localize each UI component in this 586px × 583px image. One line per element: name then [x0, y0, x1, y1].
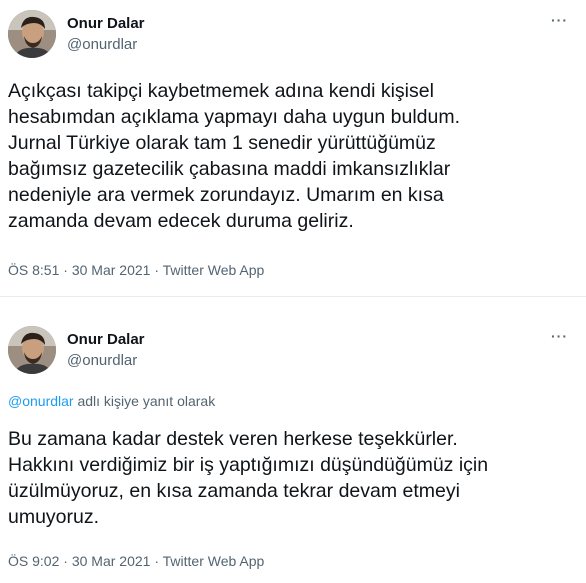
- avatar[interactable]: [8, 10, 56, 58]
- tweet-text-line: Açıkçası takipçi kaybetmemek adına kendi…: [8, 80, 434, 102]
- avatar[interactable]: [8, 326, 56, 374]
- tweet-time[interactable]: ÖS 8:51: [8, 262, 59, 278]
- tweet-text-line: üzülmüyoruz, en kısa zamanda tekrar deva…: [8, 480, 460, 502]
- tweet-text-line: Bu zamana kadar destek veren herkese teş…: [8, 428, 458, 450]
- reply-suffix: adlı kişiye yanıt olarak: [77, 393, 216, 409]
- more-horizontal-icon[interactable]: ···: [551, 328, 568, 344]
- tweet-text-line: Jurnal Türkiye olarak tam 1 senedir yürü…: [8, 132, 436, 154]
- tweet: Onur Dalar @onurdlar ··· @onurdlar adlı …: [0, 322, 586, 583]
- more-horizontal-icon[interactable]: ···: [551, 12, 568, 28]
- divider: [0, 296, 586, 297]
- tweet-date[interactable]: 30 Mar 2021: [72, 553, 151, 569]
- tweet-text: Bu zamana kadar destek veren herkese teş…: [8, 426, 578, 530]
- meta-separator: ·: [63, 262, 68, 278]
- tweet-time[interactable]: ÖS 9:02: [8, 553, 59, 569]
- author-handle[interactable]: @onurdlar: [67, 36, 137, 53]
- meta-separator: ·: [154, 262, 159, 278]
- reply-mention-link[interactable]: @onurdlar: [8, 393, 74, 409]
- tweet-meta: ÖS 9:02 · 30 Mar 2021 · Twitter Web App: [8, 553, 264, 569]
- tweet-text-line: bağımsız gazetecilik çabasına maddi imka…: [8, 158, 451, 180]
- tweet-source[interactable]: Twitter Web App: [163, 262, 265, 278]
- tweet-date[interactable]: 30 Mar 2021: [72, 262, 151, 278]
- tweet: Onur Dalar @onurdlar ··· Açıkçası takipç…: [0, 0, 586, 296]
- author-name[interactable]: Onur Dalar: [67, 331, 145, 348]
- tweet-text: Açıkçası takipçi kaybetmemek adına kendi…: [8, 78, 578, 234]
- author-handle[interactable]: @onurdlar: [67, 352, 137, 369]
- tweet-meta: ÖS 8:51 · 30 Mar 2021 · Twitter Web App: [8, 262, 264, 278]
- tweet-text-line: nedeniyle ara vermek zorundayız. Umarım …: [8, 184, 444, 206]
- tweet-source[interactable]: Twitter Web App: [163, 553, 265, 569]
- tweet-text-line: umuyoruz.: [8, 506, 100, 528]
- author-name[interactable]: Onur Dalar: [67, 15, 145, 32]
- tweet-text-line: Hakkını verdiğimiz bir iş yaptığımızı dü…: [8, 454, 489, 476]
- tweet-text-line: hesabımdan açıklama yapmayı daha uygun b…: [8, 106, 461, 128]
- meta-separator: ·: [154, 553, 159, 569]
- reply-context: @onurdlar adlı kişiye yanıt olarak: [8, 393, 215, 409]
- meta-separator: ·: [63, 553, 68, 569]
- tweet-text-line: zamanda devam edecek duruma geliriz.: [8, 210, 354, 232]
